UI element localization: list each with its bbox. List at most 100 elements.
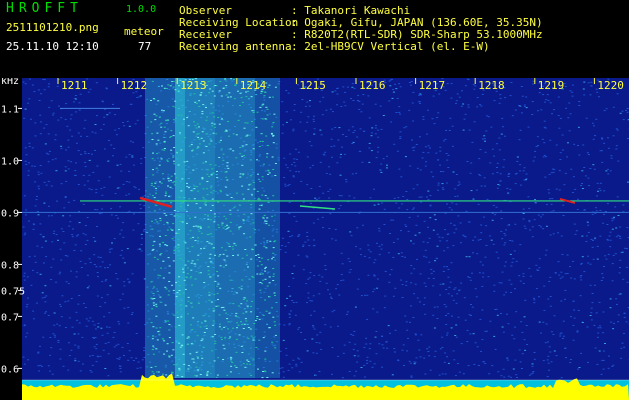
band-speck — [182, 271, 185, 273]
noise-speck — [374, 133, 377, 135]
band-speck — [228, 338, 231, 339]
noise-speck — [336, 162, 339, 164]
noise-speck — [555, 355, 558, 357]
band-speck — [219, 139, 222, 141]
band-speck — [218, 157, 221, 158]
noise-speck — [603, 142, 606, 144]
y-tick-label: 0.75 — [1, 286, 25, 297]
noise-speck — [359, 128, 362, 130]
noise-speck — [432, 278, 435, 279]
noise-speck — [377, 146, 380, 148]
band-speck — [210, 140, 213, 142]
noise-speck — [91, 364, 94, 366]
noise-speck — [288, 363, 291, 365]
noise-speck — [536, 136, 539, 138]
noise-speck — [24, 336, 27, 338]
noise-speck — [468, 221, 471, 223]
noise-speck — [69, 215, 72, 217]
noise-speck — [100, 297, 103, 299]
noise-speck — [24, 147, 27, 149]
noise-speck — [454, 375, 457, 377]
noise-speck — [321, 114, 324, 116]
noise-speck — [498, 149, 501, 151]
band-speck — [272, 122, 275, 123]
noise-speck — [356, 350, 359, 352]
noise-speck — [617, 160, 620, 162]
noise-speck — [484, 151, 487, 153]
noise-speck — [61, 295, 64, 297]
band-speck — [172, 105, 175, 107]
noise-speck — [293, 265, 296, 267]
noise-speck — [113, 332, 116, 333]
band-speck — [201, 357, 204, 359]
band-speck — [197, 369, 200, 371]
noise-speck — [445, 240, 448, 242]
noise-speck — [49, 370, 52, 372]
noise-speck — [84, 161, 87, 163]
band-speck — [189, 237, 192, 239]
band-speck — [264, 267, 266, 269]
noise-speck — [479, 175, 482, 177]
noise-speck — [121, 346, 124, 348]
noise-speck — [587, 154, 590, 155]
band-speck — [244, 366, 247, 368]
noise-speck — [70, 298, 73, 299]
noise-speck — [445, 129, 448, 131]
noise-speck — [482, 272, 485, 274]
noise-speck — [623, 346, 626, 348]
band-speck — [160, 158, 163, 160]
noise-speck — [481, 93, 484, 95]
band-speck — [243, 213, 246, 215]
band-speck — [202, 188, 205, 190]
noise-speck — [382, 347, 385, 349]
noise-speck — [552, 210, 555, 212]
band-speck — [264, 118, 267, 120]
band-speck — [228, 92, 231, 94]
noise-speck — [313, 115, 315, 117]
noise-speck — [24, 83, 27, 85]
noise-speck — [619, 112, 622, 114]
noise-speck — [591, 213, 594, 215]
mode-label: meteor — [124, 25, 164, 38]
band-speck — [164, 131, 167, 133]
band-speck — [221, 224, 224, 226]
noise-speck — [414, 234, 417, 236]
band-speck — [183, 279, 186, 281]
band-speck — [184, 288, 187, 290]
noise-speck — [540, 216, 542, 218]
noise-speck — [600, 280, 603, 281]
noise-speck — [381, 202, 384, 204]
band-speck — [191, 246, 194, 248]
noise-speck — [292, 302, 295, 303]
noise-speck — [397, 197, 400, 199]
noise-speck — [423, 297, 426, 299]
band-speck — [219, 80, 222, 82]
band-speck — [190, 343, 193, 345]
noise-speck — [543, 309, 546, 311]
band-speck — [186, 273, 189, 275]
noise-speck — [432, 314, 435, 316]
noise-speck — [463, 297, 466, 299]
band-speck — [152, 345, 155, 347]
noise-speck — [453, 288, 456, 290]
noise-speck — [325, 109, 328, 111]
band-speck — [210, 191, 213, 193]
band-speck — [202, 196, 205, 198]
noise-speck — [616, 196, 619, 198]
noise-speck — [289, 295, 292, 297]
band-speck — [165, 88, 168, 89]
band-speck — [187, 296, 190, 298]
band-speck — [198, 272, 201, 274]
noise-speck — [78, 295, 81, 296]
noise-speck — [547, 355, 550, 357]
noise-speck — [118, 323, 121, 325]
noise-speck — [560, 235, 563, 237]
noise-speck — [579, 276, 582, 278]
noise-speck — [361, 161, 364, 163]
noise-speck — [408, 109, 411, 111]
noise-speck — [420, 94, 422, 96]
noise-speck — [23, 234, 26, 236]
noise-speck — [419, 273, 422, 275]
band-speck — [192, 131, 195, 133]
noise-speck — [545, 204, 548, 206]
